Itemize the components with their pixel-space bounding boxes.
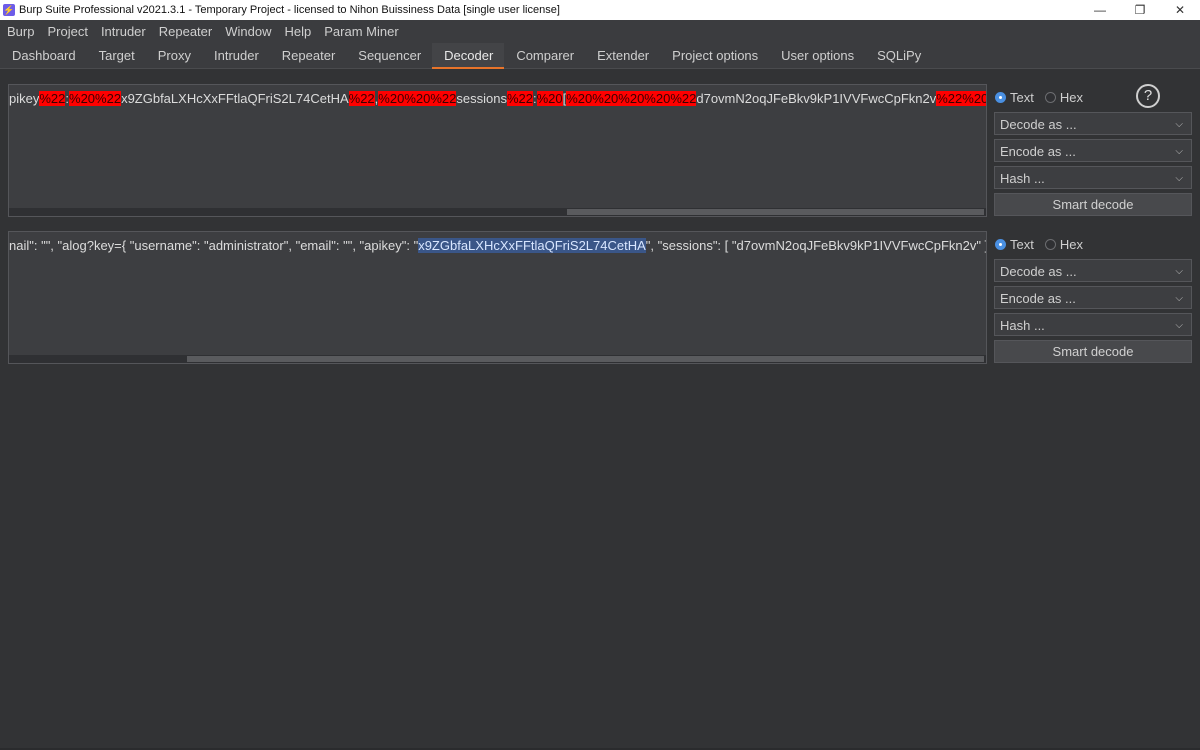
decode-as-label: Decode as ... xyxy=(1000,117,1077,132)
encoded-text-segment: d7ovmN2oqJFeBkv9kP1IVVFwcCpFkn2v xyxy=(696,91,937,106)
hex-radio-label[interactable]: Hex xyxy=(1060,237,1083,252)
encoded-highlight-segment: %20%20%22 xyxy=(378,91,457,106)
title-bar: ⚡ Burp Suite Professional v2021.3.1 - Te… xyxy=(0,0,1200,20)
scrollbar-thumb[interactable] xyxy=(567,209,984,215)
chevron-down-icon: ⌵ xyxy=(1175,293,1183,304)
encoded-text-segment: x9ZGbfaLXHcXxFFtlaQFriS2L74CetHA xyxy=(121,91,349,106)
hex-radio-label[interactable]: Hex xyxy=(1060,90,1083,105)
burp-logo-icon: ⚡ xyxy=(3,4,15,16)
tab-repeater[interactable]: Repeater xyxy=(270,43,346,68)
decode-as-dropdown[interactable]: Decode as ... ⌵ xyxy=(994,259,1192,282)
menu-burp[interactable]: Burp xyxy=(0,24,40,39)
tab-intruder[interactable]: Intruder xyxy=(202,43,270,68)
horizontal-scrollbar[interactable] xyxy=(9,208,986,216)
encoded-highlight-segment: %22 xyxy=(348,91,375,106)
decode-as-label: Decode as ... xyxy=(1000,264,1077,279)
scrollbar-thumb[interactable] xyxy=(187,356,984,362)
chevron-down-icon: ⌵ xyxy=(1175,119,1183,130)
decoded-text-before: nail": "", "alog?key={ "username": "admi… xyxy=(9,238,419,253)
decoded-text-after: ", "sessions": [ "d7ovmN2oqJFeBkv9kP1IVV… xyxy=(645,238,987,253)
chevron-down-icon: ⌵ xyxy=(1175,173,1183,184)
decoded-text-line[interactable]: nail": "", "alog?key={ "username": "admi… xyxy=(9,238,987,253)
hash-label: Hash ... xyxy=(1000,318,1045,333)
close-button[interactable]: ✕ xyxy=(1160,0,1200,20)
tab-project-options[interactable]: Project options xyxy=(660,43,769,68)
tab-comparer[interactable]: Comparer xyxy=(504,43,585,68)
hash-dropdown[interactable]: Hash ... ⌵ xyxy=(994,313,1192,336)
restore-button[interactable]: ❐ xyxy=(1120,0,1160,20)
encode-as-label: Encode as ... xyxy=(1000,144,1076,159)
minimize-button[interactable]: — xyxy=(1080,0,1120,20)
menu-help[interactable]: Help xyxy=(277,24,317,39)
encode-as-dropdown[interactable]: Encode as ... ⌵ xyxy=(994,139,1192,162)
encoded-highlight-segment: %20 xyxy=(536,91,563,106)
encode-as-label: Encode as ... xyxy=(1000,291,1076,306)
chevron-down-icon: ⌵ xyxy=(1175,146,1183,157)
chevron-down-icon: ⌵ xyxy=(1175,266,1183,277)
window-title: Burp Suite Professional v2021.3.1 - Temp… xyxy=(19,4,560,16)
menu-bar: Burp Project Intruder Repeater Window He… xyxy=(0,20,1200,43)
encoded-text-segment: pikey xyxy=(9,91,40,106)
hex-radio-button[interactable] xyxy=(1044,238,1056,250)
menu-repeater[interactable]: Repeater xyxy=(152,24,218,39)
smart-decode-button[interactable]: Smart decode xyxy=(994,340,1192,363)
decoder-controls-1: Text Hex ? Decode as ... ⌵ Encode as ...… xyxy=(994,84,1192,216)
menu-project[interactable]: Project xyxy=(40,24,93,39)
encoded-highlight-segment: %22%20%20 xyxy=(936,91,986,106)
text-radio-button[interactable] xyxy=(995,238,1006,250)
text-radio-button[interactable] xyxy=(995,91,1006,103)
tab-sqlipy[interactable]: SQLiPy xyxy=(865,43,932,68)
tab-extender[interactable]: Extender xyxy=(585,43,660,68)
decoder-output-editor[interactable]: nail": "", "alog?key={ "username": "admi… xyxy=(8,231,987,364)
tab-dashboard[interactable]: Dashboard xyxy=(0,43,87,68)
encoded-highlight-segment: %22 xyxy=(506,91,533,106)
hash-dropdown[interactable]: Hash ... ⌵ xyxy=(994,166,1192,189)
text-radio-label[interactable]: Text xyxy=(1010,90,1034,105)
tab-sequencer[interactable]: Sequencer xyxy=(346,43,432,68)
tab-proxy[interactable]: Proxy xyxy=(146,43,202,68)
hex-radio-button[interactable] xyxy=(1044,91,1056,103)
selected-apikey-text[interactable]: x9ZGbfaLXHcXxFFtlaQFriS2L74CetHA xyxy=(418,238,646,253)
decode-as-dropdown[interactable]: Decode as ... ⌵ xyxy=(994,112,1192,135)
help-icon[interactable]: ? xyxy=(1136,84,1160,108)
menu-window[interactable]: Window xyxy=(218,24,277,39)
encoded-highlight-segment: %20%22 xyxy=(69,91,122,106)
horizontal-scrollbar[interactable] xyxy=(9,355,986,363)
menu-intruder[interactable]: Intruder xyxy=(94,24,152,39)
decoder-input-editor[interactable]: pikey%22:%20%22x9ZGbfaLXHcXxFFtlaQFriS2L… xyxy=(8,84,987,217)
tool-tab-bar: Dashboard Target Proxy Intruder Repeater… xyxy=(0,43,1200,69)
chevron-down-icon: ⌵ xyxy=(1175,320,1183,331)
text-radio-label[interactable]: Text xyxy=(1010,237,1034,252)
encode-as-dropdown[interactable]: Encode as ... ⌵ xyxy=(994,286,1192,309)
smart-decode-button[interactable]: Smart decode xyxy=(994,193,1192,216)
hash-label: Hash ... xyxy=(1000,171,1045,186)
tab-target[interactable]: Target xyxy=(87,43,146,68)
encoded-highlight-segment: %22 xyxy=(39,91,66,106)
tab-decoder[interactable]: Decoder xyxy=(432,43,505,69)
menu-param-miner[interactable]: Param Miner xyxy=(317,24,404,39)
encoded-text-line[interactable]: pikey%22:%20%22x9ZGbfaLXHcXxFFtlaQFriS2L… xyxy=(9,91,986,106)
encoded-text-segment: sessions xyxy=(456,91,507,106)
encoded-highlight-segment: %20%20%20%20%22 xyxy=(566,91,697,106)
decoder-controls-2: Text Hex Decode as ... ⌵ Encode as ... ⌵… xyxy=(994,233,1192,363)
tab-user-options[interactable]: User options xyxy=(769,43,865,68)
